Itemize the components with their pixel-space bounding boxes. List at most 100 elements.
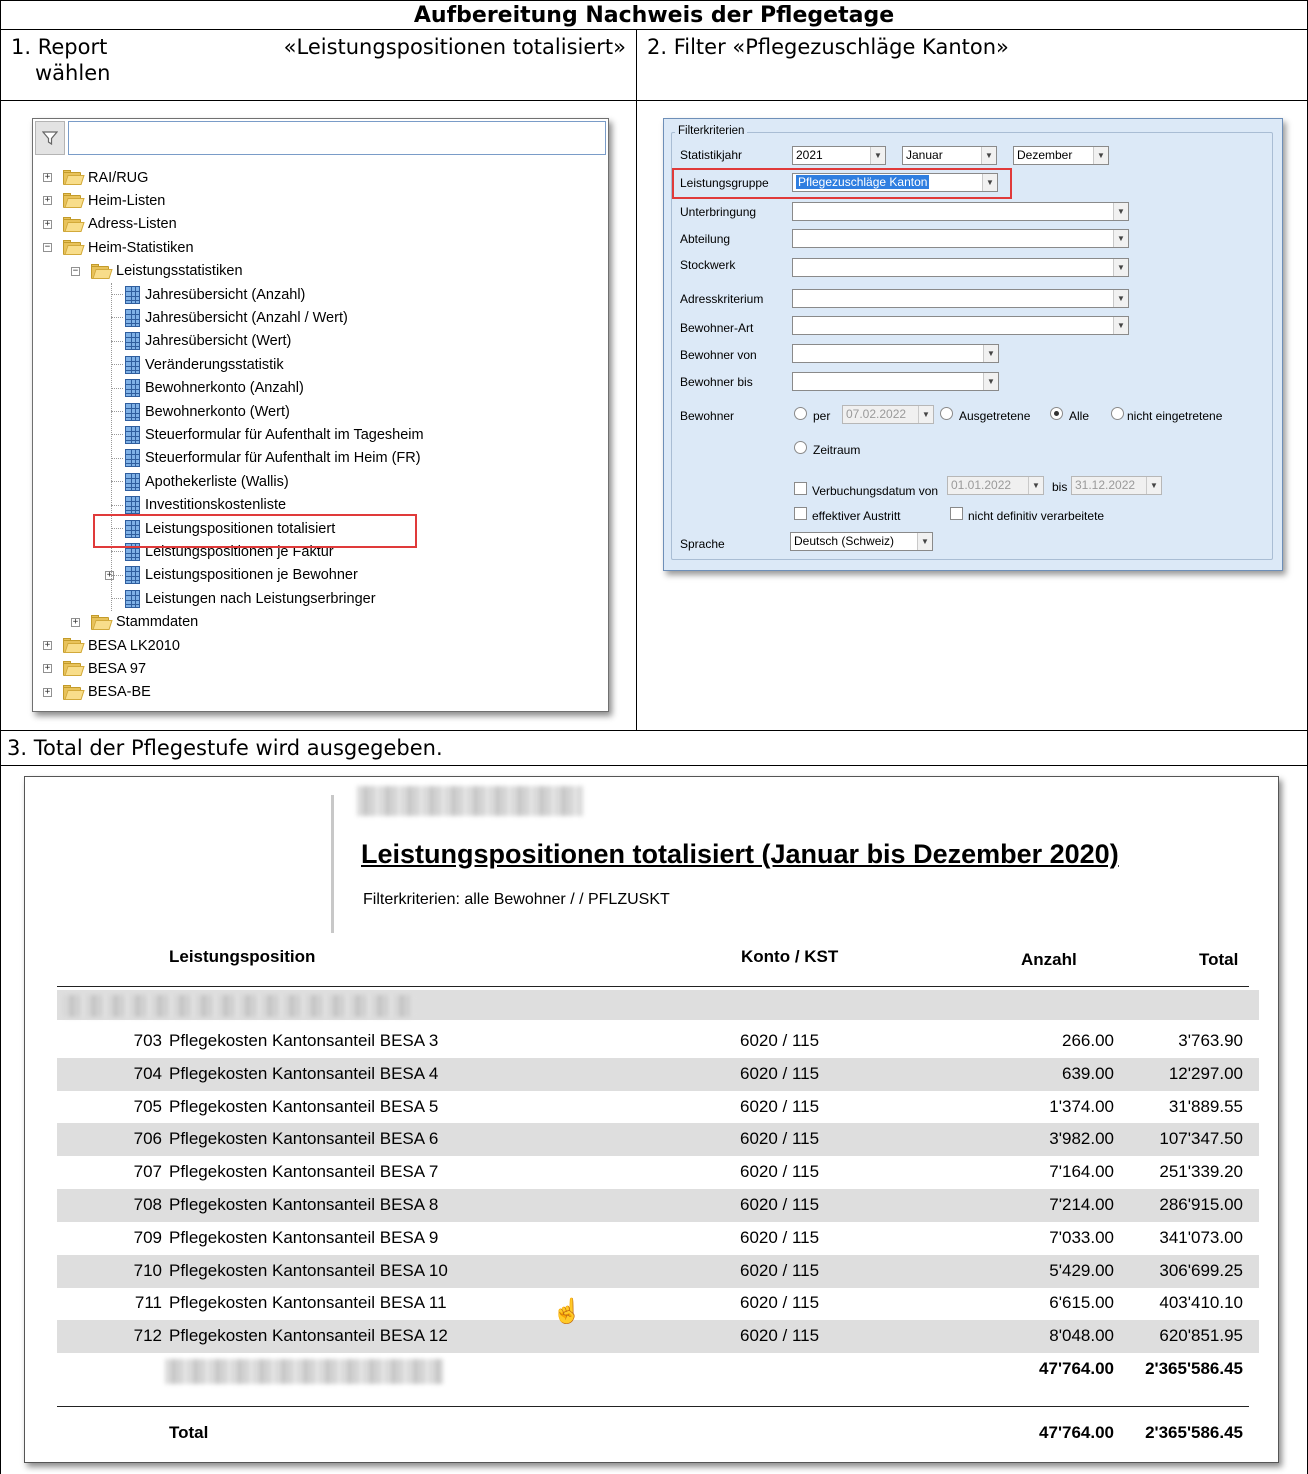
- expand-icon[interactable]: +: [43, 219, 52, 229]
- tree-item[interactable]: Bewohnerkonto (Anzahl): [125, 377, 304, 400]
- tree-connector: [111, 457, 123, 459]
- tree-item[interactable]: BESA-BE: [63, 681, 151, 704]
- sprache-select[interactable]: Deutsch (Schweiz) ▼: [790, 532, 933, 551]
- row-name: Pflegekosten Kantonsanteil BESA 9: [169, 1227, 439, 1247]
- radio-zeitraum[interactable]: [794, 441, 807, 454]
- table-row: 705 Pflegekosten Kantonsanteil BESA 5 6020…: [57, 1091, 1259, 1124]
- bewohner-art-select[interactable]: ▼: [792, 316, 1129, 335]
- row-konto: 6020 / 115: [740, 1063, 820, 1083]
- abteilung-select[interactable]: ▼: [792, 229, 1129, 248]
- tree-item-label: Jahresübersicht (Anzahl): [145, 286, 306, 303]
- row-konto: 6020 / 115: [740, 1096, 820, 1116]
- folder-icon: [91, 614, 113, 630]
- tree-item[interactable]: Heim-Listen: [63, 189, 165, 212]
- tree-item[interactable]: Steuerformular für Aufenthalt im Heim (F…: [125, 447, 421, 470]
- chevron-down-icon: ▼: [1093, 147, 1108, 164]
- expand-icon[interactable]: +: [43, 641, 52, 650]
- tree-item[interactable]: Veränderungsstatistik: [125, 353, 284, 376]
- table-row: 703 Pflegekosten Kantonsanteil BESA 3 6020…: [57, 1025, 1259, 1058]
- radio-nicht-eingetretene[interactable]: [1111, 407, 1124, 420]
- verbuchung-bis-select[interactable]: 31.12.2022 ▼: [1071, 476, 1162, 495]
- bewohner-bis-select[interactable]: ▼: [792, 372, 999, 391]
- col-header-position: Leistungsposition: [169, 947, 316, 966]
- report-tree-window: RAI/RUG + Heim-Listen + Adress-Listen + Heim-S…: [32, 118, 609, 712]
- tree-connector: [111, 411, 123, 412]
- unterbringung-select[interactable]: ▼: [792, 202, 1129, 221]
- row-konto: 6020 / 115: [740, 1293, 820, 1313]
- tree-item[interactable]: Heim-Statistiken: [63, 236, 194, 259]
- tree-connector: [111, 364, 123, 366]
- verbuchungsdatum-label: Verbuchungsdatum von: [812, 484, 939, 498]
- report-icon: [125, 566, 140, 585]
- tree-item[interactable]: Jahresübersicht (Wert): [125, 330, 291, 353]
- filter-funnel-button[interactable]: [35, 121, 65, 155]
- collapse-icon[interactable]: −: [43, 243, 52, 253]
- month-from-select[interactable]: Januar ▼: [902, 146, 997, 165]
- tree-item[interactable]: Bewohnerkonto (Wert): [125, 400, 290, 423]
- row-name: Pflegekosten Kantonsanteil BESA 5: [169, 1096, 439, 1116]
- radio-ausgetretene[interactable]: [940, 407, 953, 420]
- tree-connector: [111, 551, 123, 553]
- per-date-select[interactable]: 07.02.2022 ▼: [842, 405, 934, 424]
- row-total: 286'915.00: [1159, 1195, 1243, 1214]
- grand-total-label: Total: [169, 1423, 209, 1442]
- tree-item[interactable]: BESA LK2010: [63, 634, 180, 657]
- tree-item-label: Jahresübersicht (Anzahl / Wert): [145, 309, 348, 326]
- report-icon: [125, 402, 140, 421]
- tree-item[interactable]: Leistungspositionen je Bewohner: [125, 564, 358, 587]
- bewohner-von-select[interactable]: ▼: [792, 344, 999, 363]
- row-anzahl: 6'615.00: [1049, 1293, 1114, 1313]
- row-code: 712: [133, 1326, 162, 1346]
- tree-search-input[interactable]: [68, 121, 606, 155]
- tree-item[interactable]: RAI/RUG: [63, 166, 148, 189]
- tree-connector: [111, 434, 123, 436]
- expand-icon[interactable]: +: [43, 196, 52, 206]
- tree-item[interactable]: BESA 97: [63, 657, 146, 680]
- chevron-down-icon: ▼: [1113, 317, 1128, 334]
- tree-item-label: Adress-Listen: [88, 216, 177, 233]
- row-total: 251'339.20: [1159, 1162, 1243, 1182]
- nicht-definitiv-checkbox[interactable]: [950, 507, 963, 520]
- tree-item[interactable]: Jahresübersicht (Anzahl): [125, 283, 305, 306]
- expand-icon[interactable]: +: [43, 664, 52, 674]
- chevron-down-icon: ▼: [918, 406, 933, 423]
- expand-icon[interactable]: +: [43, 687, 52, 697]
- effektiver-austritt-checkbox[interactable]: [794, 507, 807, 520]
- leistungsgruppe-select[interactable]: Pflegezuschläge Kanton ▼: [792, 173, 998, 192]
- radio-per[interactable]: [794, 407, 807, 420]
- month-to-select[interactable]: Dezember ▼: [1013, 146, 1109, 165]
- chevron-down-icon: ▼: [1113, 290, 1128, 307]
- tree-connector: [111, 387, 123, 389]
- row-total: 12'297.00: [1168, 1063, 1243, 1083]
- radio-alle-label: Alle: [1069, 409, 1090, 423]
- tree-item[interactable]: Steuerformular für Aufenthalt im Tageshe…: [125, 423, 424, 446]
- adresskriterium-select[interactable]: ▼: [792, 289, 1129, 308]
- tree-item[interactable]: Leistungen nach Leistungserbringer: [125, 587, 376, 610]
- radio-alle[interactable]: [1050, 407, 1063, 420]
- tree-item[interactable]: Apothekerliste (Wallis): [125, 470, 289, 493]
- tree-item[interactable]: Leistungsstatistiken: [91, 260, 243, 283]
- grand-total-anzahl: 47'764.00: [1039, 1423, 1114, 1442]
- funnel-icon: [42, 131, 58, 146]
- expand-icon[interactable]: +: [71, 617, 80, 627]
- verbuchungsdatum-checkbox[interactable]: [794, 482, 807, 495]
- expand-icon[interactable]: +: [43, 173, 52, 182]
- folder-icon: [63, 216, 85, 232]
- stockwerk-select[interactable]: ▼: [792, 258, 1129, 277]
- folder-icon: [63, 661, 85, 677]
- tree-connector: [111, 504, 123, 506]
- collapse-icon[interactable]: −: [71, 266, 80, 276]
- chevron-down-icon: ▼: [1113, 230, 1128, 247]
- document-title: Aufbereitung Nachweis der Pflegetage: [0, 0, 1308, 30]
- verbuchung-von-select[interactable]: 01.01.2022 ▼: [947, 476, 1044, 495]
- year-select[interactable]: 2021 ▼: [792, 146, 886, 165]
- tree-item[interactable]: Stammdaten: [91, 611, 198, 634]
- tree-item[interactable]: Adress-Listen: [63, 213, 177, 236]
- table-row: 707 Pflegekosten Kantonsanteil BESA 7 6020…: [57, 1156, 1259, 1189]
- row-code: 708: [133, 1195, 162, 1214]
- tree-item[interactable]: Jahresübersicht (Anzahl / Wert): [125, 306, 348, 329]
- grand-total-total: 2'365'586.45: [1145, 1423, 1243, 1442]
- tree-connector: [111, 481, 123, 483]
- tree-item-label: BESA 97: [88, 660, 147, 677]
- chevron-down-icon: ▼: [1028, 477, 1043, 494]
